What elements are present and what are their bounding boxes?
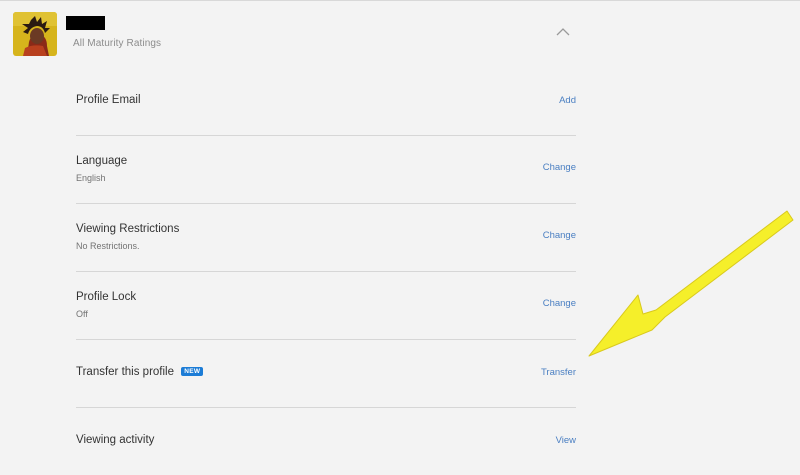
- new-badge: NEW: [181, 367, 204, 376]
- setting-row-profile-lock: Profile Lock Off Change: [76, 272, 576, 340]
- top-divider: [0, 0, 800, 1]
- view-activity-link[interactable]: View: [556, 435, 576, 446]
- setting-value: Off: [76, 309, 88, 319]
- maturity-rating-label: All Maturity Ratings: [73, 38, 162, 49]
- setting-title: Profile Lock: [76, 291, 137, 303]
- setting-value: No Restrictions.: [76, 241, 140, 251]
- setting-row-profile-email: Profile Email Add: [76, 68, 576, 136]
- setting-title: Language: [76, 155, 128, 167]
- profile-avatar[interactable]: [13, 12, 57, 56]
- change-language-link[interactable]: Change: [543, 162, 576, 173]
- setting-row-viewing-activity: Viewing activity View: [76, 408, 576, 475]
- setting-value: English: [76, 173, 106, 183]
- profile-settings-list: Profile Email Add Language English Chang…: [76, 68, 576, 475]
- setting-row-viewing-restrictions: Viewing Restrictions No Restrictions. Ch…: [76, 204, 576, 272]
- change-profile-lock-link[interactable]: Change: [543, 298, 576, 309]
- setting-title: Profile Email: [76, 94, 141, 106]
- avatar-image: [13, 12, 57, 56]
- change-restrictions-link[interactable]: Change: [543, 230, 576, 241]
- transfer-profile-link[interactable]: Transfer: [541, 367, 576, 378]
- profile-name-redacted: [66, 16, 105, 30]
- setting-row-language: Language English Change: [76, 136, 576, 204]
- setting-title: Viewing Restrictions: [76, 223, 180, 235]
- chevron-up-icon[interactable]: [553, 25, 573, 39]
- transfer-title-text: Transfer this profile: [76, 366, 174, 378]
- setting-title: Viewing activity: [76, 434, 155, 446]
- setting-row-transfer-profile: Transfer this profile NEW Transfer: [76, 340, 576, 408]
- add-email-link[interactable]: Add: [559, 95, 576, 106]
- setting-title: Transfer this profile NEW: [76, 366, 204, 378]
